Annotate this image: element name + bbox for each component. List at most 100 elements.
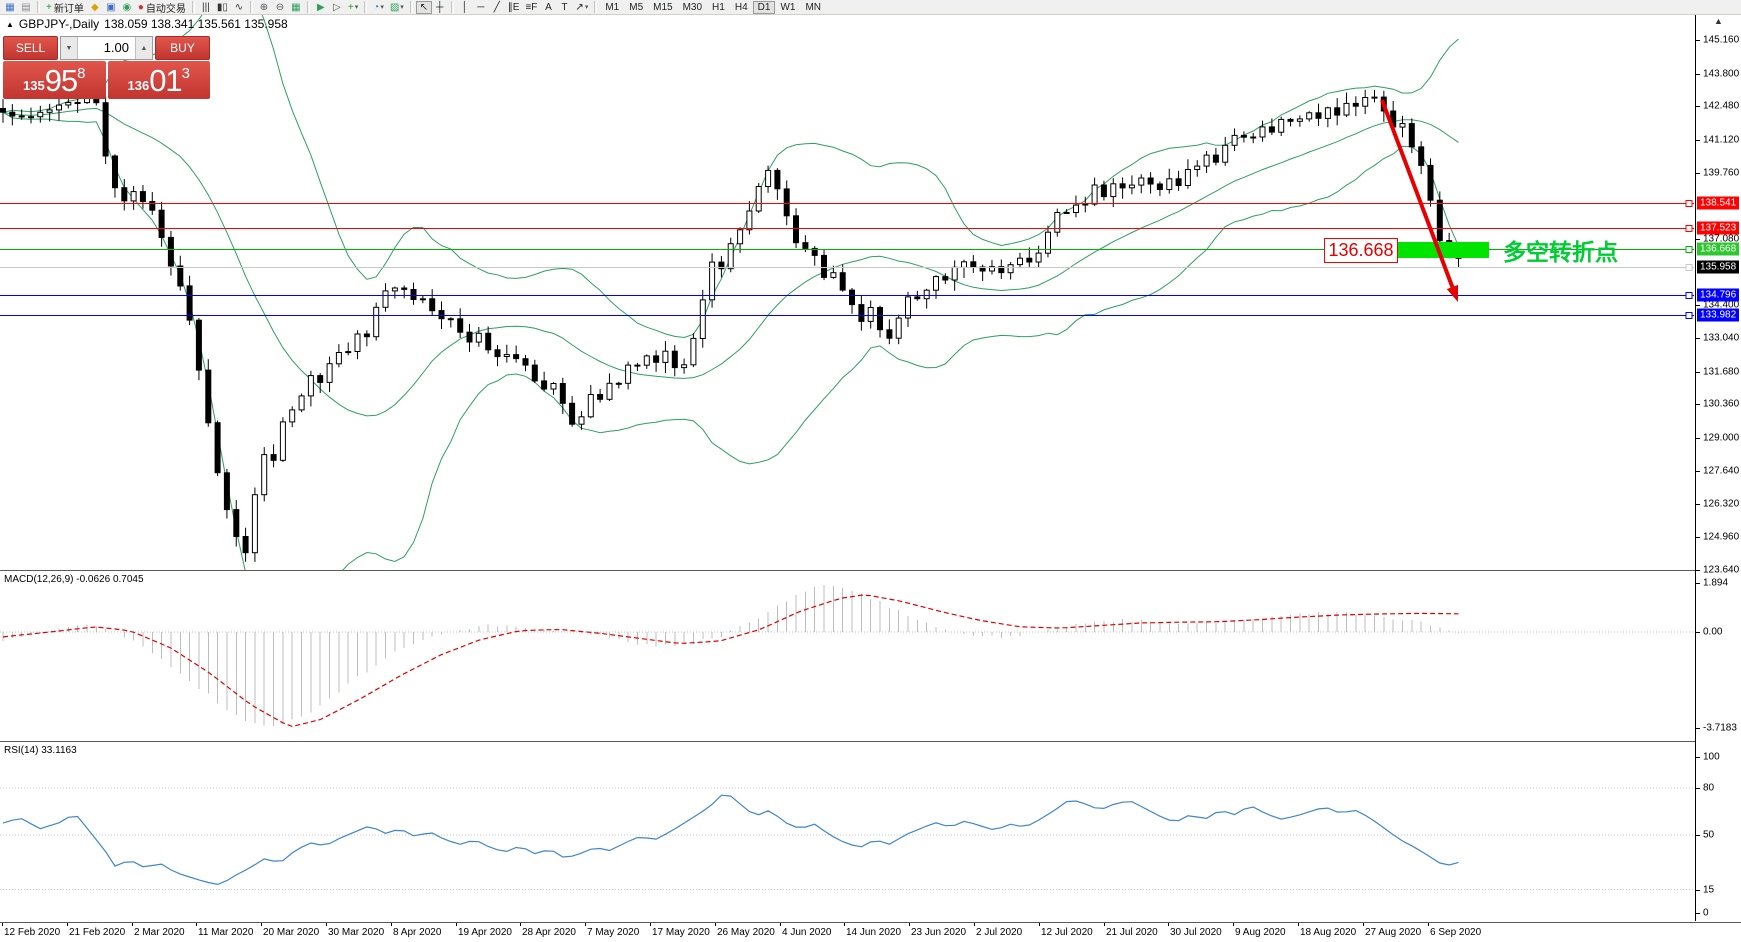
price-axis-tick: 126.320: [1703, 499, 1739, 510]
crosshair-button[interactable]: ┼: [432, 1, 448, 14]
line-chart-button[interactable]: ∿: [231, 1, 247, 14]
price-axis-tickmark: [1696, 173, 1700, 174]
volume-input[interactable]: 1.00: [78, 37, 135, 59]
rsi-indicator-pane[interactable]: RSI(14) 33.1163: [0, 742, 1695, 921]
auto-scroll-button[interactable]: ▶: [313, 1, 329, 14]
equidistant-channel-button[interactable]: ∥E: [505, 1, 523, 14]
line-chart-icon: ∿: [235, 2, 243, 13]
time-axis-tickmark: [1168, 923, 1169, 926]
time-axis-label: 30 Jul 2020: [1170, 927, 1222, 938]
arrows-button[interactable]: ↗▾: [572, 1, 591, 14]
chart-collapse-icon[interactable]: ▲: [6, 20, 14, 29]
time-axis[interactable]: 12 Feb 202021 Feb 20202 Mar 202011 Mar 2…: [0, 922, 1741, 942]
price-axis-tick: 131.680: [1703, 367, 1739, 378]
profiles-button[interactable]: ▤: [18, 1, 34, 14]
price-axis-tick: 124.960: [1703, 532, 1739, 543]
market-scanner-button[interactable]: ◉: [119, 1, 135, 14]
toolbar-separator: [594, 1, 597, 13]
timeframe-m5-button[interactable]: M5: [624, 1, 648, 14]
periods-button[interactable]: ◔▾: [370, 1, 387, 14]
fibonacci-retracement-button[interactable]: ≡F: [522, 1, 540, 14]
toolbar-separator: [410, 1, 413, 13]
profiles-icon: ▤: [21, 2, 30, 13]
price-chart-canvas[interactable]: [0, 14, 1695, 570]
templates-button[interactable]: ▨▾: [387, 1, 407, 14]
time-axis-label: 28 Apr 2020: [522, 927, 576, 938]
sell-price-display[interactable]: 135958: [3, 61, 106, 99]
new-chart-icon: ▦: [5, 2, 14, 13]
buy-price-display[interactable]: 136013: [108, 61, 211, 99]
tile-windows-button[interactable]: ▦: [288, 1, 304, 14]
zoom-out-button[interactable]: ⊖: [272, 1, 288, 14]
crosshair-icon: ┼: [436, 2, 443, 13]
time-axis-label: 6 Sep 2020: [1430, 927, 1481, 938]
timeframe-w1-button[interactable]: W1: [775, 1, 800, 14]
time-axis-label: 14 Jun 2020: [846, 927, 901, 938]
price-badge: 136.668: [1697, 243, 1739, 256]
vertical-line-button[interactable]: │: [457, 1, 473, 14]
volume-decrease-button[interactable]: ▼: [61, 37, 78, 59]
price-axis-tickmark: [1696, 140, 1700, 141]
main-chart-pane[interactable]: [0, 14, 1695, 570]
text-label-button[interactable]: T: [556, 1, 572, 14]
chart-shift-icon: ▷: [333, 2, 341, 13]
timeframe-mn-button[interactable]: MN: [800, 1, 826, 14]
add-indicator-button[interactable]: +▾: [345, 1, 361, 14]
timeframe-h1-button[interactable]: H1: [707, 1, 730, 14]
time-axis-label: 2 Mar 2020: [134, 927, 185, 938]
sell-price-sup: 8: [77, 65, 85, 82]
new-order-button[interactable]: +新订单: [43, 1, 87, 14]
turning-point-annotation-text[interactable]: 多空转折点: [1503, 233, 1618, 267]
arrows-icon: ↗: [575, 2, 583, 13]
time-axis-label: 30 Mar 2020: [328, 927, 384, 938]
time-axis-label: 23 Jun 2020: [911, 927, 966, 938]
timeframe-h4-button[interactable]: H4: [730, 1, 753, 14]
bar-chart-button[interactable]: |||: [198, 1, 214, 14]
timeframe-d1-button[interactable]: D1: [753, 1, 776, 14]
buy-button[interactable]: BUY: [155, 36, 210, 60]
buy-price-prefix: 136: [127, 78, 149, 93]
macd-canvas[interactable]: [0, 571, 1695, 741]
metaeditor-button[interactable]: ◆: [87, 1, 103, 14]
price-axis-tickmark: [1696, 40, 1700, 41]
text-icon: A: [545, 2, 552, 13]
text-button[interactable]: A: [540, 1, 556, 14]
horizontal-line-button[interactable]: ─: [473, 1, 489, 14]
tile-windows-icon: ▦: [291, 2, 300, 13]
toolbar-separator: [250, 1, 253, 13]
price-badge: 135.958: [1697, 261, 1739, 274]
timeframe-m1-button[interactable]: M1: [600, 1, 624, 14]
rsi-axis-tick: 100: [1703, 752, 1720, 763]
price-axis[interactable]: 145.160143.800142.480141.120139.760137.0…: [1695, 14, 1741, 921]
candlestick-chart-button[interactable]: ▮▯: [214, 1, 231, 14]
macd-axis-tick: 1.894: [1703, 578, 1728, 589]
trend-line-button[interactable]: ╱: [489, 1, 505, 14]
zoom-in-button[interactable]: ⊕: [256, 1, 272, 14]
macd-indicator-pane[interactable]: MACD(12,26,9) -0.0626 0.7045: [0, 571, 1695, 741]
price-axis-tickmark: [1696, 372, 1700, 373]
price-level-annotation-box[interactable]: 136.668: [1324, 238, 1398, 263]
timeframe-m15-button[interactable]: M15: [648, 1, 677, 14]
pane-splitter-macd-rsi[interactable]: [0, 741, 1695, 742]
periods-icon: ◔: [373, 2, 379, 13]
chart-shift-button[interactable]: ▷: [329, 1, 345, 14]
price-axis-tickmark: [1696, 338, 1700, 339]
rsi-canvas[interactable]: [0, 742, 1695, 921]
buy-price-sup: 3: [182, 65, 190, 82]
price-axis-tick: 133.040: [1703, 333, 1739, 344]
volume-increase-button[interactable]: ▲: [135, 37, 152, 59]
ohlc-values: 138.059 138.341 135.561 135.958: [104, 17, 288, 31]
strategy-tester-button[interactable]: ▣: [103, 1, 119, 14]
time-axis-tickmark: [67, 923, 68, 926]
cursor-button[interactable]: ↖: [416, 1, 432, 14]
time-axis-tickmark: [715, 923, 716, 926]
pane-splitter-main-macd[interactable]: [0, 570, 1695, 571]
time-axis-label: 19 Apr 2020: [458, 927, 512, 938]
new-chart-button[interactable]: ▦: [2, 1, 18, 14]
macd-axis-tick: 0.00: [1703, 627, 1722, 638]
sell-button[interactable]: SELL: [3, 36, 58, 60]
equidistant-channel-icon: ∥E: [508, 2, 520, 13]
price-badge: 133.982: [1697, 309, 1739, 322]
autotrading-button[interactable]: ●自动交易: [135, 1, 189, 14]
timeframe-m30-button[interactable]: M30: [678, 1, 707, 14]
